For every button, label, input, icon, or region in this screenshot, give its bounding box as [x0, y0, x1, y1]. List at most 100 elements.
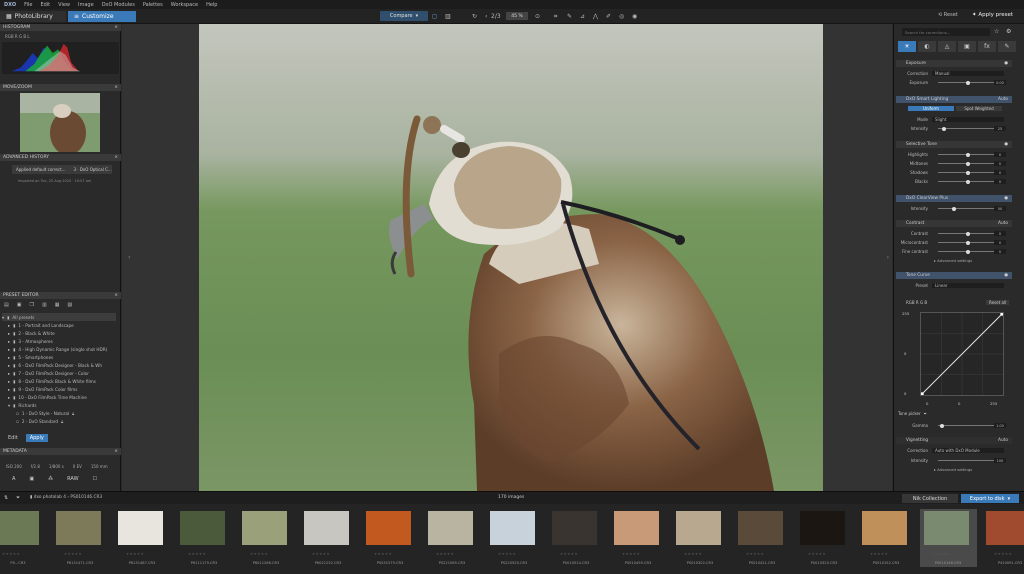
histogram-channels[interactable]: RGB R G B L [5, 34, 30, 39]
movezoom-thumbnail[interactable] [20, 93, 100, 152]
menu-image[interactable]: Image [78, 2, 94, 8]
menu-dxo-modules[interactable]: DxO Modules [102, 2, 135, 8]
blacks-slider[interactable] [938, 179, 998, 184]
rating-stars[interactable]: ★★★★★ [560, 552, 578, 556]
filmstrip-thumbnail[interactable]: ★★★★★ P6131471.CR3 [52, 509, 109, 567]
preset-item[interactable]: ▸ ▮ 9 - DxO FilmPack Color films [2, 385, 116, 393]
menu-palettes[interactable]: Palettes [143, 2, 163, 8]
smart-lighting-auto[interactable]: Auto [998, 97, 1008, 102]
contrast-auto[interactable]: Auto [998, 221, 1008, 226]
exposure-slider[interactable] [938, 80, 998, 85]
contrast-section[interactable]: Contrast Auto [896, 220, 1012, 227]
close-icon[interactable]: × [114, 25, 118, 30]
rating-stars[interactable]: ★★★★★ [436, 552, 454, 556]
slider-knob[interactable] [966, 231, 970, 236]
main-photo[interactable] [199, 24, 823, 491]
preset-item[interactable]: ▸ ▮ 6 - DxO FilmPack Designer - Black & Wh [2, 361, 116, 369]
single-view-icon[interactable]: ◻ [432, 13, 437, 20]
close-icon[interactable]: × [114, 449, 118, 454]
preset-item[interactable]: ▾ ▮ Richards [2, 401, 116, 409]
highlights-slider[interactable] [938, 152, 998, 157]
toggle-icon[interactable]: ● [1004, 61, 1008, 66]
rating-stars[interactable]: ★★★★★ [808, 552, 826, 556]
preset-item[interactable]: ▾ ▮ All presets [2, 313, 116, 321]
delete-icon[interactable]: ▨ [67, 302, 72, 308]
corrections-search-input[interactable]: Search for corrections... [902, 28, 990, 36]
rating-stars[interactable]: ★★★★★ [2, 552, 20, 556]
close-icon[interactable]: × [114, 155, 118, 160]
gamma-slider[interactable] [938, 423, 998, 428]
light-tab-icon[interactable]: ☀ [898, 41, 916, 52]
menu-help[interactable]: Help [206, 2, 217, 8]
highlights-value[interactable]: 0 [994, 152, 1006, 157]
rating-stars[interactable]: ★★★★★ [994, 552, 1012, 556]
filmstrip-thumbnail[interactable]: ★★★★★ PS010146.CR3 [920, 509, 977, 567]
microcontrast-slider[interactable] [938, 240, 998, 245]
slider-knob[interactable] [966, 80, 970, 85]
curve-preset-select[interactable]: Linear [932, 283, 1004, 288]
slider-knob[interactable] [952, 206, 956, 211]
selective-tone-section[interactable]: Selective Tone ● [896, 141, 1012, 148]
contrast-value[interactable]: 0 [994, 231, 1006, 236]
import-icon[interactable]: ▥ [42, 302, 47, 308]
blacks-value[interactable]: 0 [994, 179, 1006, 184]
close-icon[interactable]: × [114, 293, 118, 298]
star-icon[interactable]: ☆ [994, 28, 999, 35]
image-viewer[interactable]: ‹ › [122, 24, 892, 491]
zoom-fit-icon[interactable]: ⊙ [535, 13, 540, 20]
close-icon[interactable]: × [114, 85, 118, 90]
local-tab-icon[interactable]: ✎ [998, 41, 1016, 52]
rating-stars[interactable]: ★★★★★ [188, 552, 206, 556]
effects-tab-icon[interactable]: fx [978, 41, 996, 52]
toggle-icon[interactable]: ● [1004, 142, 1008, 147]
eyedropper-icon[interactable]: ✒ [924, 411, 927, 416]
rating-stars[interactable]: ★★★★★ [870, 552, 888, 556]
slider-knob[interactable] [966, 152, 970, 157]
clearview-slider[interactable] [938, 206, 998, 211]
slider-knob[interactable] [966, 161, 970, 166]
toggle-icon[interactable]: ● [1004, 196, 1008, 201]
horizon-icon[interactable]: ⊿ [580, 13, 585, 20]
tone-curve-section[interactable]: Tone Curve ● [896, 272, 1012, 279]
vignetting-auto[interactable]: Auto [998, 438, 1008, 443]
filmstrip-thumbnail[interactable]: ★★★★★ PS010421.CR3 [734, 509, 791, 567]
split-view-icon[interactable]: ▥ [445, 13, 451, 20]
microcontrast-value[interactable]: 0 [994, 240, 1006, 245]
filmstrip-thumbnail[interactable]: ★★★★★ PS010325.CR3 [796, 509, 853, 567]
repair-icon[interactable]: ✐ [606, 13, 611, 20]
smart-lighting-section[interactable]: DxO Smart Lighting Auto [896, 96, 1012, 103]
rating-stars[interactable]: ★★★★★ [374, 552, 392, 556]
menu-workspace[interactable]: Workspace [171, 2, 198, 8]
preset-item[interactable]: ▸ ▮ 7 - DxO FilmPack Designer - Color [2, 369, 116, 377]
tone-curve-graph[interactable] [920, 312, 1004, 396]
intensity-slider[interactable] [938, 126, 998, 131]
nik-collection-button[interactable]: Nik Collection [902, 494, 958, 503]
preset-editor-header[interactable]: PRESET EDITOR × [0, 292, 121, 299]
preset-item[interactable]: ▸ ▮ 5 - Smartphones [2, 353, 116, 361]
color-tab-icon[interactable]: ◐ [918, 41, 936, 52]
apply-preset-button[interactable]: ✦ Apply preset [972, 12, 1013, 18]
filmstrip-thumbnail[interactable]: ★★★★★ PS...CR3 [0, 509, 47, 567]
spot-weighted-button[interactable]: Spot Weighted [956, 106, 1002, 111]
slider-knob[interactable] [966, 249, 970, 254]
filmstrip-thumbnail[interactable]: ★★★★★ P410091.CR3 [982, 509, 1024, 567]
eye-icon[interactable]: ◉ [632, 13, 637, 20]
rating-stars[interactable]: ★★★★★ [250, 552, 268, 556]
slider-knob[interactable] [940, 423, 944, 428]
vignetting-correction-select[interactable]: Auto with DxO Module [932, 448, 1004, 453]
filmstrip-thumbnail[interactable]: ★★★★★ PS010514.CR3 [548, 509, 605, 567]
correction-select[interactable]: Manual [932, 71, 1004, 76]
vignetting-value[interactable]: 100 [994, 458, 1006, 463]
filmstrip-thumbnail[interactable]: ★★★★★ P6011266.CR3 [238, 509, 295, 567]
shadows-slider[interactable] [938, 170, 998, 175]
slider-knob[interactable] [966, 170, 970, 175]
movezoom-header[interactable]: MOVE/ZOOM × [0, 84, 121, 91]
preset-item[interactable]: ▸ ▮ 4 - High Dynamic Range (single shot HD… [2, 345, 116, 353]
vignetting-advanced-link[interactable]: ▸ Advanced settings [934, 467, 972, 472]
curve-output-max[interactable]: 255 [902, 311, 909, 316]
rating-stars[interactable]: ★★★★★ [498, 552, 516, 556]
rating-stars[interactable]: ★★★★★ [126, 552, 144, 556]
reset-all-button[interactable]: Reset all [986, 300, 1010, 305]
slider-knob[interactable] [942, 126, 946, 131]
tab-photolibrary[interactable]: ▦ PhotoLibrary [0, 11, 66, 22]
